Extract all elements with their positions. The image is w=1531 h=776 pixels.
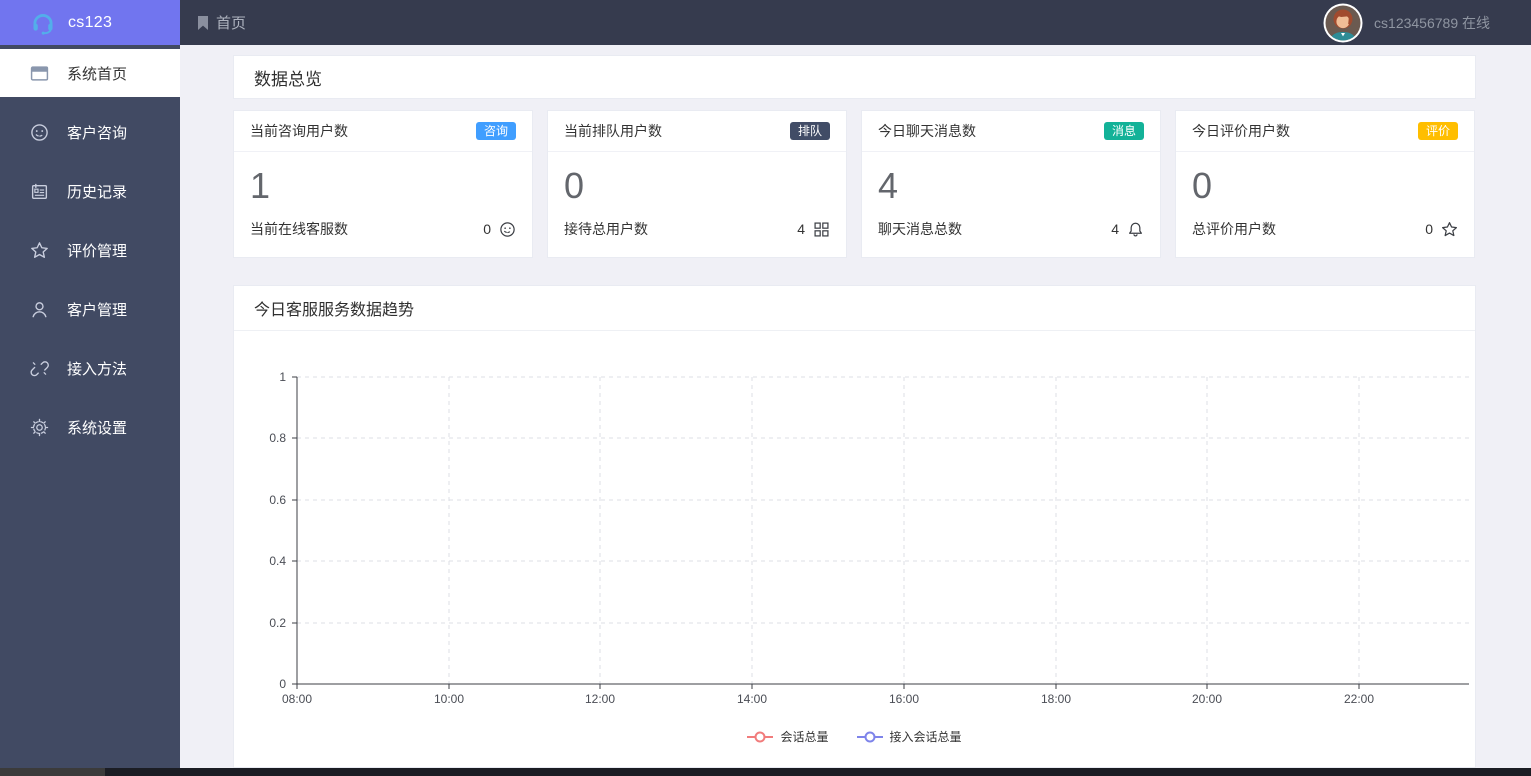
grid-icon — [813, 221, 830, 238]
link-icon — [30, 359, 49, 378]
window-icon — [30, 64, 49, 83]
smiley-icon — [499, 221, 516, 238]
y-tick-label: 0.4 — [269, 554, 286, 568]
user-menu[interactable]: cs123456789 在线 — [1323, 3, 1490, 43]
sidebar-item-history[interactable]: 历史记录 — [0, 167, 180, 215]
sidebar-item-customers[interactable]: 客户管理 — [0, 285, 180, 333]
sidebar-item-label: 系统首页 — [67, 65, 128, 83]
y-tick-label: 0 — [279, 677, 286, 691]
sidebar-item-home[interactable]: 系统首页 — [0, 49, 180, 97]
bookmark-icon — [197, 15, 209, 30]
legend-item-sessions[interactable]: 会话总量 — [747, 728, 829, 745]
sidebar-item-reviews[interactable]: 评价管理 — [0, 226, 180, 274]
sidebar-item-label: 历史记录 — [67, 183, 128, 201]
y-tick-label: 0.8 — [269, 431, 286, 445]
username-status: cs123456789 在线 — [1374, 14, 1490, 31]
x-tick-label: 20:00 — [1192, 692, 1222, 706]
card-value: 1 — [250, 165, 271, 206]
y-tick-label: 0.2 — [269, 616, 286, 630]
overview-panel: 数据总览 — [233, 55, 1476, 99]
card-sub-label: 当前在线客服数 — [250, 221, 348, 238]
sidebar-item-label: 客户咨询 — [67, 124, 128, 142]
card-value: 4 — [878, 165, 899, 206]
star-icon — [1441, 221, 1458, 238]
legend-marker-red — [747, 735, 774, 738]
card-sub-value: 0 — [483, 221, 491, 238]
sidebar-item-label: 评价管理 — [67, 242, 128, 260]
sidebar-item-label: 客户管理 — [67, 301, 128, 319]
x-tick-label: 18:00 — [1041, 692, 1071, 706]
stat-card-queue: 当前排队用户数 排队 0 接待总用户数 4 — [547, 110, 847, 258]
card-sub-value: 0 — [1425, 221, 1433, 238]
bell-icon — [1127, 221, 1144, 238]
stat-card-ratings: 今日评价用户数 评价 0 总评价用户数 0 — [1175, 110, 1475, 258]
status-badge: 排队 — [789, 122, 830, 140]
sidebar: 系统首页 客户咨询 历史记录 评价管理 客户管理 接入方法 系统设置 — [0, 45, 180, 768]
line-chart: 0 0.2 0.4 0.6 0.8 1 08:00 10:00 12:00 14… — [269, 370, 1469, 706]
notebook-icon — [30, 182, 49, 201]
sidebar-item-label: 接入方法 — [67, 360, 128, 378]
card-sub-label: 总评价用户数 — [1192, 221, 1276, 238]
app-logo[interactable]: cs123 — [0, 0, 180, 45]
user-icon — [30, 300, 49, 319]
legend-item-connected-sessions[interactable]: 接入会话总量 — [856, 728, 962, 745]
x-tick-label: 16:00 — [889, 692, 919, 706]
sidebar-item-integration[interactable]: 接入方法 — [0, 344, 180, 392]
star-icon — [30, 241, 49, 260]
trend-panel: 今日客服服务数据趋势 0 0.2 0.4 0.6 0.8 1 08:00 10:… — [233, 285, 1476, 768]
breadcrumb: 首页 — [216, 15, 247, 32]
sidebar-item-settings[interactable]: 系统设置 — [0, 403, 180, 451]
brand-name: cs123 — [68, 13, 113, 31]
x-tick-label: 08:00 — [282, 692, 312, 706]
gear-icon — [30, 418, 49, 437]
status-badge: 消息 — [1103, 122, 1144, 140]
card-sub-value: 4 — [797, 221, 805, 238]
smiley-icon — [30, 123, 49, 142]
topbar: 首页 cs123456789 在线 — [180, 0, 1531, 45]
y-tick-label: 1 — [279, 370, 286, 384]
card-sub-label: 聊天消息总数 — [878, 221, 962, 238]
card-value: 0 — [1192, 165, 1213, 206]
headset-icon — [30, 10, 56, 36]
legend-label: 会话总量 — [780, 730, 829, 744]
x-tick-label: 12:00 — [585, 692, 615, 706]
x-tick-label: 22:00 — [1344, 692, 1374, 706]
stat-card-messages: 今日聊天消息数 消息 4 聊天消息总数 4 — [861, 110, 1161, 258]
chart-title: 今日客服服务数据趋势 — [254, 302, 415, 319]
card-value: 0 — [564, 165, 585, 206]
card-title: 当前排队用户数 — [564, 123, 662, 139]
stat-cards-row: 当前咨询用户数 咨询 1 当前在线客服数 0 当前排队用户数 排队 0 接待总用… — [233, 110, 1476, 258]
page-title: 数据总览 — [254, 69, 322, 89]
card-title: 今日聊天消息数 — [878, 123, 976, 139]
tab-home[interactable]: 首页 — [197, 12, 246, 33]
y-tick-label: 0.6 — [269, 493, 286, 507]
status-badge: 咨询 — [475, 122, 516, 140]
x-tick-label: 10:00 — [434, 692, 464, 706]
card-title: 当前咨询用户数 — [250, 123, 348, 139]
stat-card-consulting: 当前咨询用户数 咨询 1 当前在线客服数 0 — [233, 110, 533, 258]
card-title: 今日评价用户数 — [1192, 123, 1290, 139]
card-sub-value: 4 — [1111, 221, 1119, 238]
legend-label: 接入会话总量 — [889, 730, 962, 744]
sidebar-item-label: 系统设置 — [67, 419, 128, 437]
status-badge: 评价 — [1417, 122, 1458, 140]
taskbar-strip — [0, 768, 1531, 776]
avatar — [1323, 3, 1363, 43]
sidebar-item-consult[interactable]: 客户咨询 — [0, 108, 180, 156]
card-sub-label: 接待总用户数 — [564, 221, 648, 238]
legend-marker-purple — [856, 735, 883, 738]
x-tick-label: 14:00 — [737, 692, 767, 706]
chart-legend: 会话总量 接入会话总量 — [234, 728, 1475, 745]
taskbar-strip-segment — [0, 768, 105, 776]
